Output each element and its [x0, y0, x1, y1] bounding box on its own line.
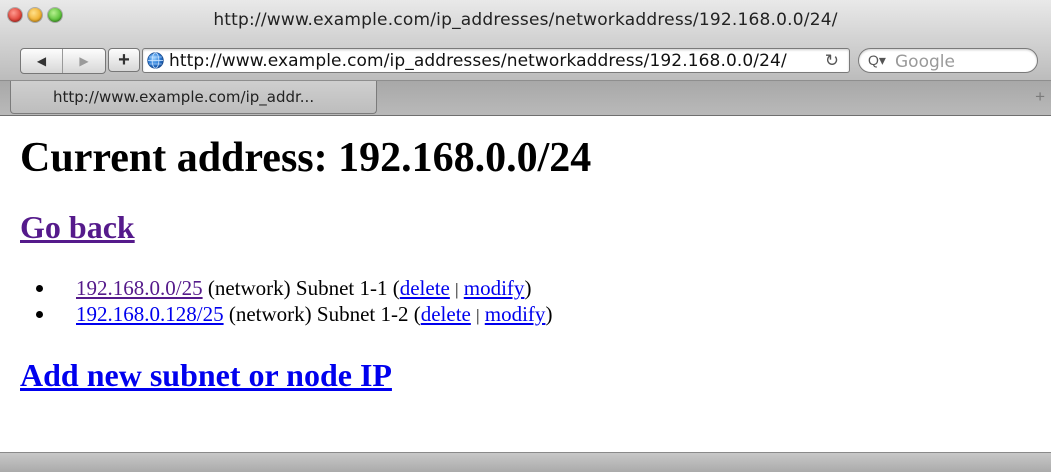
- search-input[interactable]: [893, 50, 1035, 73]
- navigation-buttons: ◀ ▶: [20, 48, 106, 74]
- modify-link[interactable]: modify: [464, 276, 525, 300]
- list-item: 192.168.0.0/25 (network) Subnet 1-1 (del…: [36, 276, 552, 302]
- search-icon[interactable]: Q▾: [868, 52, 886, 69]
- address-bar[interactable]: http://www.example.com/ip_addresses/netw…: [142, 48, 850, 73]
- link-separator: |: [455, 280, 459, 299]
- delete-link[interactable]: delete: [400, 276, 450, 300]
- subnet-description: (network) Subnet 1-1 (: [207, 276, 400, 300]
- tab-current[interactable]: http://www.example.com/ip_addr...: [10, 81, 377, 114]
- forward-button[interactable]: ▶: [63, 49, 105, 73]
- subnet-description: (network) Subnet 1-2 (: [228, 302, 421, 326]
- modify-link[interactable]: modify: [485, 302, 546, 326]
- tab-label: http://www.example.com/ip_addr...: [53, 88, 315, 106]
- new-tab-icon[interactable]: +: [1035, 87, 1045, 107]
- search-box[interactable]: Q▾: [858, 48, 1038, 73]
- globe-icon: [147, 52, 164, 69]
- list-item: 192.168.0.128/25 (network) Subnet 1-2 (d…: [36, 302, 552, 328]
- tab-strip: http://www.example.com/ip_addr... +: [0, 81, 1051, 116]
- link-separator: |: [476, 306, 480, 325]
- subnet-list: 192.168.0.0/25 (network) Subnet 1-1 (del…: [36, 276, 552, 328]
- window-title: http://www.example.com/ip_addresses/netw…: [213, 10, 838, 30]
- status-bar: [0, 452, 1051, 472]
- subnet-address-link[interactable]: 192.168.0.128/25: [76, 302, 224, 326]
- url-text[interactable]: http://www.example.com/ip_addresses/netw…: [169, 51, 787, 71]
- page-title: Current address: 192.168.0.0/24: [20, 135, 592, 181]
- back-button[interactable]: ◀: [21, 49, 63, 73]
- subnet-address-link[interactable]: 192.168.0.0/25: [76, 276, 203, 300]
- go-back-link[interactable]: Go back: [20, 209, 135, 246]
- plus-icon: +: [118, 48, 130, 71]
- browser-window: http://www.example.com/ip_addresses/netw…: [0, 0, 1051, 472]
- add-bookmark-button[interactable]: +: [108, 48, 140, 72]
- toolbar: ◀ ▶ + http://www.example.com/ip_addresse…: [0, 40, 1051, 81]
- closing-paren: ): [545, 302, 553, 326]
- delete-link[interactable]: delete: [421, 302, 471, 326]
- closing-paren: ): [524, 276, 532, 300]
- bullet: [36, 311, 43, 318]
- back-arrow-icon: ◀: [36, 54, 47, 68]
- title-bar: http://www.example.com/ip_addresses/netw…: [0, 0, 1051, 40]
- bullet: [36, 285, 43, 292]
- reload-icon[interactable]: ↻: [825, 51, 839, 71]
- forward-arrow-icon: ▶: [79, 54, 89, 68]
- page-content: Current address: 192.168.0.0/24 Go back …: [0, 116, 1051, 452]
- add-new-subnet-link[interactable]: Add new subnet or node IP: [20, 357, 392, 394]
